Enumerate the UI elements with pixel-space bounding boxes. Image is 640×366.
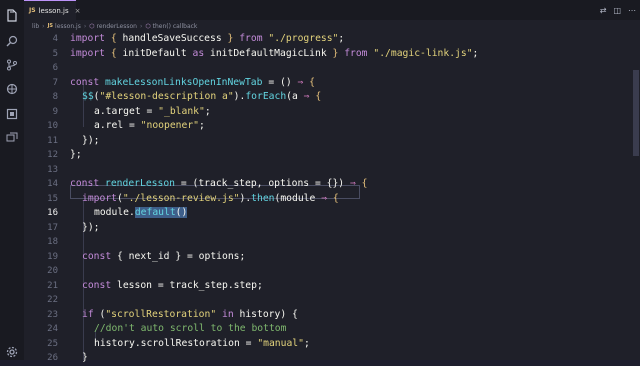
breadcrumb: lib › JS lesson.js › ⬡ renderLesson › ⬡ … xyxy=(24,20,640,32)
more-actions-icon[interactable]: ⋯ xyxy=(628,6,636,15)
compare-changes-icon[interactable]: ⇄ xyxy=(600,6,607,15)
split-editor-icon[interactable]: ◫ xyxy=(613,6,621,15)
line-number: 5 xyxy=(52,48,58,59)
code-line: 22 xyxy=(24,293,632,308)
line-number: 7 xyxy=(52,77,58,88)
code-line: 24 //don't auto scroll to the bottom xyxy=(24,322,632,337)
code-line: 23 if ("scrollRestoration" in history) { xyxy=(24,308,632,323)
chevron-right-icon: › xyxy=(83,22,87,30)
line-number: 25 xyxy=(47,338,58,349)
chevron-right-icon: › xyxy=(139,22,143,30)
code-line: 14 const renderLesson = (track_step, opt… xyxy=(24,177,632,192)
settings-gear-icon[interactable] xyxy=(5,345,19,359)
chevron-right-icon: › xyxy=(42,22,45,30)
code-line: 20 xyxy=(24,264,632,279)
code-text: } xyxy=(82,352,88,363)
tab-lesson-js[interactable]: JS lesson.js × xyxy=(24,0,81,20)
code-text: history.scrollRestoration = "manual"; xyxy=(94,337,310,349)
breadcrumb-callback[interactable]: then() callback xyxy=(153,23,198,30)
editor-actions: ⇄ ◫ ⋯ xyxy=(600,0,636,20)
line-number: 9 xyxy=(52,106,58,117)
code-line: 13 xyxy=(24,163,632,178)
code-text: module.default() xyxy=(94,207,188,218)
line-number: 17 xyxy=(47,222,58,233)
breadcrumb-function[interactable]: renderLesson xyxy=(96,23,136,30)
code-line: 11 }); xyxy=(24,134,632,149)
selected-text: default xyxy=(134,207,176,218)
code-text: const renderLesson = (track_step, option… xyxy=(70,178,368,189)
code-text: const lesson = track_step.step; xyxy=(82,279,263,291)
code-line-current: 16 module.default() xyxy=(24,206,632,221)
code-text: a.rel = "noopener"; xyxy=(94,120,205,131)
code-line: 19 const { next_id } = options; xyxy=(24,250,632,265)
vertical-scrollbar[interactable] xyxy=(632,32,640,360)
tab-label: lesson.js xyxy=(38,6,69,15)
breadcrumb-file[interactable]: lesson.js xyxy=(55,23,81,30)
line-number: 26 xyxy=(47,353,58,363)
line-number: 13 xyxy=(47,164,58,175)
code-line: 7 const makeLessonLinksOpenInNewTab = ()… xyxy=(24,76,632,91)
line-number: 15 xyxy=(47,193,58,204)
line-number: 12 xyxy=(47,150,58,160)
javascript-file-icon: JS xyxy=(47,23,54,29)
code-text: }); xyxy=(82,134,100,146)
line-number: 18 xyxy=(47,237,58,247)
code-text: a.target = "_blank"; xyxy=(94,105,211,117)
code-line: 26 } xyxy=(24,351,632,366)
code-line: 10 a.rel = "noopener"; xyxy=(24,119,632,134)
line-number: 4 xyxy=(52,34,58,44)
code-line: 25 history.scrollRestoration = "manual"; xyxy=(24,337,632,352)
scrollbar-thumb[interactable] xyxy=(633,70,639,156)
line-number: 14 xyxy=(47,179,58,189)
code-text: const makeLessonLinksOpenInNewTab = () ⇒… xyxy=(70,76,315,88)
remote-explorer-icon[interactable] xyxy=(5,131,19,145)
line-number: 21 xyxy=(47,280,58,291)
line-number: 8 xyxy=(52,92,58,102)
code-line: 6 xyxy=(24,61,632,76)
tab-bar: JS lesson.js × ⇄ ◫ ⋯ xyxy=(24,0,640,20)
editor-window: JS lesson.js × ⇄ ◫ ⋯ lib › JS lesson.js … xyxy=(0,0,640,363)
code-text: $$("#lesson-description a").forEach(a ⇒ … xyxy=(82,91,322,102)
search-icon[interactable] xyxy=(5,34,19,48)
line-number: 24 xyxy=(47,324,58,334)
code-comment: //don't auto scroll to the bottom xyxy=(94,323,287,334)
breadcrumb-folder[interactable]: lib xyxy=(32,23,39,30)
source-control-icon[interactable] xyxy=(5,58,19,72)
line-number: 23 xyxy=(47,309,58,320)
line-number: 11 xyxy=(47,135,58,146)
code-text: import { initDefault as initDefaultMagic… xyxy=(70,47,479,59)
extensions-icon[interactable] xyxy=(5,107,19,121)
code-text: }); xyxy=(82,221,100,233)
line-number: 10 xyxy=(47,121,58,131)
code-line: 18 xyxy=(24,235,632,250)
code-line: 17 }); xyxy=(24,221,632,236)
code-text: import("./lesson-review.js").then(module… xyxy=(82,192,339,204)
code-text: if ("scrollRestoration" in history) { xyxy=(82,308,298,320)
code-line: 4 import { handleSaveSuccess } from "./p… xyxy=(24,32,632,47)
explorer-icon[interactable] xyxy=(5,8,19,22)
debug-icon[interactable] xyxy=(5,82,19,96)
code-text: const { next_id } = options; xyxy=(82,250,246,262)
code-line: 15 import("./lesson-review.js").then(mod… xyxy=(24,192,632,207)
close-tab-icon[interactable]: × xyxy=(75,7,81,15)
code-text: import { handleSaveSuccess } from "./pro… xyxy=(70,33,345,44)
activity-bar xyxy=(0,0,24,360)
code-editor[interactable]: 4 import { handleSaveSuccess } from "./p… xyxy=(24,32,632,363)
code-line: 9 a.target = "_blank"; xyxy=(24,105,632,120)
code-line: 5 import { initDefault as initDefaultMag… xyxy=(24,47,632,62)
line-number: 6 xyxy=(52,63,58,73)
javascript-file-icon: JS xyxy=(29,7,36,14)
line-number: 22 xyxy=(47,295,58,305)
function-symbol-icon: ⬡ xyxy=(89,22,95,30)
line-number: 19 xyxy=(47,251,58,262)
line-number: 20 xyxy=(47,266,58,276)
code-line: 21 const lesson = track_step.step; xyxy=(24,279,632,294)
function-symbol-icon: ⬡ xyxy=(145,22,151,30)
line-number: 16 xyxy=(47,208,58,218)
code-text: }; xyxy=(70,149,82,160)
code-line: 12 }; xyxy=(24,148,632,163)
code-line: 8 $$("#lesson-description a").forEach(a … xyxy=(24,90,632,105)
